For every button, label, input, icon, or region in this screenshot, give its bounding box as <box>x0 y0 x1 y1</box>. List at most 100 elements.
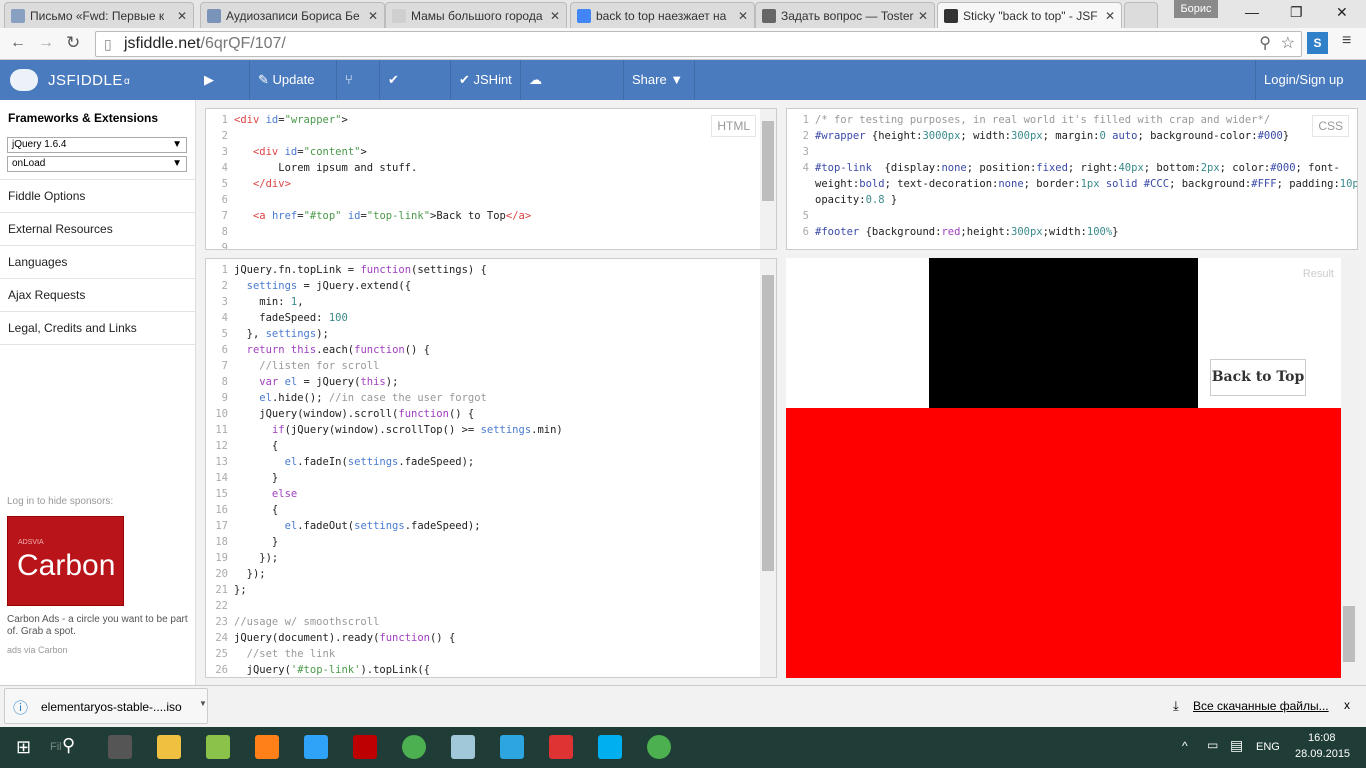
load-type-select[interactable]: onLoad ▼ <box>7 156 187 172</box>
chrome-icon[interactable] <box>647 735 671 759</box>
collaboration-button[interactable]: ☁ Collaboration <box>521 60 624 127</box>
update-button[interactable]: ✎ Update <box>250 60 337 100</box>
fork-button[interactable]: ⑂ Fork <box>337 60 380 127</box>
framework-value: jQuery 1.6.4 <box>12 139 67 150</box>
extension-s-icon[interactable]: S <box>1307 32 1328 54</box>
telegram-icon[interactable] <box>500 735 524 759</box>
clock-date[interactable]: 28.09.2015 <box>1295 748 1350 760</box>
framework-select[interactable]: jQuery 1.6.4 ▼ <box>7 137 187 153</box>
code-text: }; <box>234 582 247 598</box>
browser-tab[interactable]: Задать вопрос — Toster ✕ <box>755 2 935 28</box>
login-button[interactable]: Login/Sign up 👤 <box>1255 60 1366 127</box>
filezilla-icon[interactable] <box>353 735 377 759</box>
chevron-down-icon[interactable]: ▼ <box>199 699 207 708</box>
browser-tab[interactable]: Письмо «Fwd: Первые к ✕ <box>4 2 194 28</box>
code-token: function <box>360 264 412 276</box>
ad-text[interactable]: Carbon Ads - a circle you want to be par… <box>7 614 190 638</box>
address-bar[interactable]: ▯ jsfiddle.net/6qrQF/107/ ⚲ ☆ <box>95 31 1302 57</box>
line-number: 7 <box>221 360 228 372</box>
bookmark-star-icon[interactable]: ☆ <box>1281 32 1295 56</box>
scrollbar[interactable] <box>760 109 776 249</box>
code-token: #000 <box>1257 130 1283 142</box>
code-token: function <box>398 408 449 420</box>
search-icon[interactable]: ⚲ <box>62 735 75 756</box>
close-download-bar-button[interactable]: x <box>1344 698 1350 712</box>
close-window-button[interactable]: ✕ <box>1336 4 1348 21</box>
menu-icon[interactable]: ≡ <box>1342 32 1351 50</box>
photoshop-icon[interactable] <box>304 735 328 759</box>
code-token: Lorem ipsum and stuff. <box>234 162 418 174</box>
sublime-icon[interactable] <box>108 735 132 759</box>
sidebar-item[interactable]: Fiddle Options <box>0 180 195 213</box>
sidebar-item[interactable]: Ajax Requests <box>0 279 195 312</box>
browser-tab[interactable]: Аудиозаписи Бориса Бе ✕ <box>200 2 385 28</box>
back-to-top-link[interactable]: Back to Top <box>1210 359 1306 396</box>
code-line: 7 <a href="#top" id="top-link">Back to T… <box>206 208 776 224</box>
illustrator-icon[interactable] <box>255 735 279 759</box>
close-tab-icon[interactable]: ✕ <box>918 9 928 23</box>
line-number: 17 <box>215 520 228 532</box>
code-line: 24 jQuery(document).ready(function() { <box>206 630 776 646</box>
sidebar-item[interactable]: Legal, Credits and Links <box>0 312 195 345</box>
language-indicator[interactable]: ENG <box>1256 741 1280 753</box>
skype-icon[interactable] <box>598 735 622 759</box>
notes-icon[interactable] <box>451 735 475 759</box>
close-tab-icon[interactable]: ✕ <box>177 9 187 23</box>
file-explorer-icon[interactable] <box>157 735 181 759</box>
css-editor[interactable]: 1 /* for testing purposes, in real world … <box>786 108 1358 250</box>
code-token: <div <box>234 114 266 126</box>
result-frame[interactable]: Result Back to Top <box>786 258 1358 678</box>
browser-tab[interactable]: Мамы большого города ✕ <box>385 2 567 28</box>
toster-icon <box>762 8 776 23</box>
maximize-button[interactable]: ❐ <box>1290 4 1303 21</box>
share-button[interactable]: Share ▼ <box>624 60 695 100</box>
js-editor[interactable]: 1 jQuery.fn.topLink = function(settings) … <box>205 258 777 678</box>
code-line: 22 <box>206 598 776 614</box>
notification-icon[interactable]: ▤ <box>1230 737 1243 754</box>
jshint-button[interactable]: ✔ JSHint <box>451 60 521 100</box>
chrome-icon[interactable] <box>402 735 426 759</box>
frameworks-title: Frameworks & Extensions <box>8 111 159 125</box>
new-tab-button[interactable] <box>1124 2 1158 28</box>
tab-title: Sticky "back to top" - JSF <box>963 8 1098 23</box>
html-editor[interactable]: 1 <div id="wrapper"> 2 3 <div id="content">… <box>205 108 777 250</box>
browser-tab[interactable]: Sticky "back to top" - JSF ✕ <box>937 2 1122 28</box>
code-token: "wrapper" <box>284 114 342 126</box>
code-token: }, <box>234 328 266 340</box>
close-tab-icon[interactable]: ✕ <box>550 9 560 23</box>
reload-icon[interactable]: ↻ <box>66 33 80 53</box>
windows-start-icon[interactable]: ⊞ <box>16 737 31 758</box>
scrollbar[interactable] <box>1341 258 1358 678</box>
sidebar-item[interactable]: External Resources <box>0 213 195 246</box>
network-icon[interactable]: ▭ <box>1207 738 1218 752</box>
app-red-icon[interactable] <box>549 735 573 759</box>
search-icon[interactable]: ⚲ <box>1259 32 1271 56</box>
download-filename: elementaryos-stable-....iso <box>41 700 182 714</box>
forward-icon[interactable]: → <box>38 34 54 52</box>
run-button[interactable]: ▶ Run <box>196 60 250 127</box>
tidyup-button[interactable]: ✔ TidyUp <box>380 60 451 127</box>
google-icon <box>577 8 591 23</box>
carbon-ad-image[interactable]: ADSVIA Carbon <box>7 516 124 606</box>
close-tab-icon[interactable]: ✕ <box>738 9 748 23</box>
close-tab-icon[interactable]: ✕ <box>1105 9 1115 23</box>
notepad-icon[interactable] <box>206 735 230 759</box>
close-tab-icon[interactable]: ✕ <box>368 9 378 23</box>
profile-button[interactable]: Борис <box>1174 0 1218 18</box>
code-token: settings <box>480 424 532 436</box>
clock-time[interactable]: 16:08 <box>1308 732 1336 744</box>
scrollbar[interactable] <box>760 259 776 677</box>
code-line: 12 { <box>206 438 776 454</box>
sidebar-item[interactable]: Languages <box>0 246 195 279</box>
code-token: jQuery(document).ready( <box>234 632 380 644</box>
minimize-button[interactable]: — <box>1245 4 1259 20</box>
ad-via[interactable]: ads via Carbon <box>7 645 68 655</box>
chevron-up-icon[interactable]: ^ <box>1182 739 1188 753</box>
browser-tab[interactable]: back to top наезжает на ✕ <box>570 2 755 28</box>
download-item[interactable]: ⓘ elementaryos-stable-....iso ▼ <box>4 688 208 724</box>
code-token: id <box>284 146 298 158</box>
all-downloads-link[interactable]: Все скачанные файлы... <box>1193 699 1329 713</box>
back-icon[interactable]: ← <box>10 34 26 52</box>
search-ghost: Fil <box>50 741 62 753</box>
